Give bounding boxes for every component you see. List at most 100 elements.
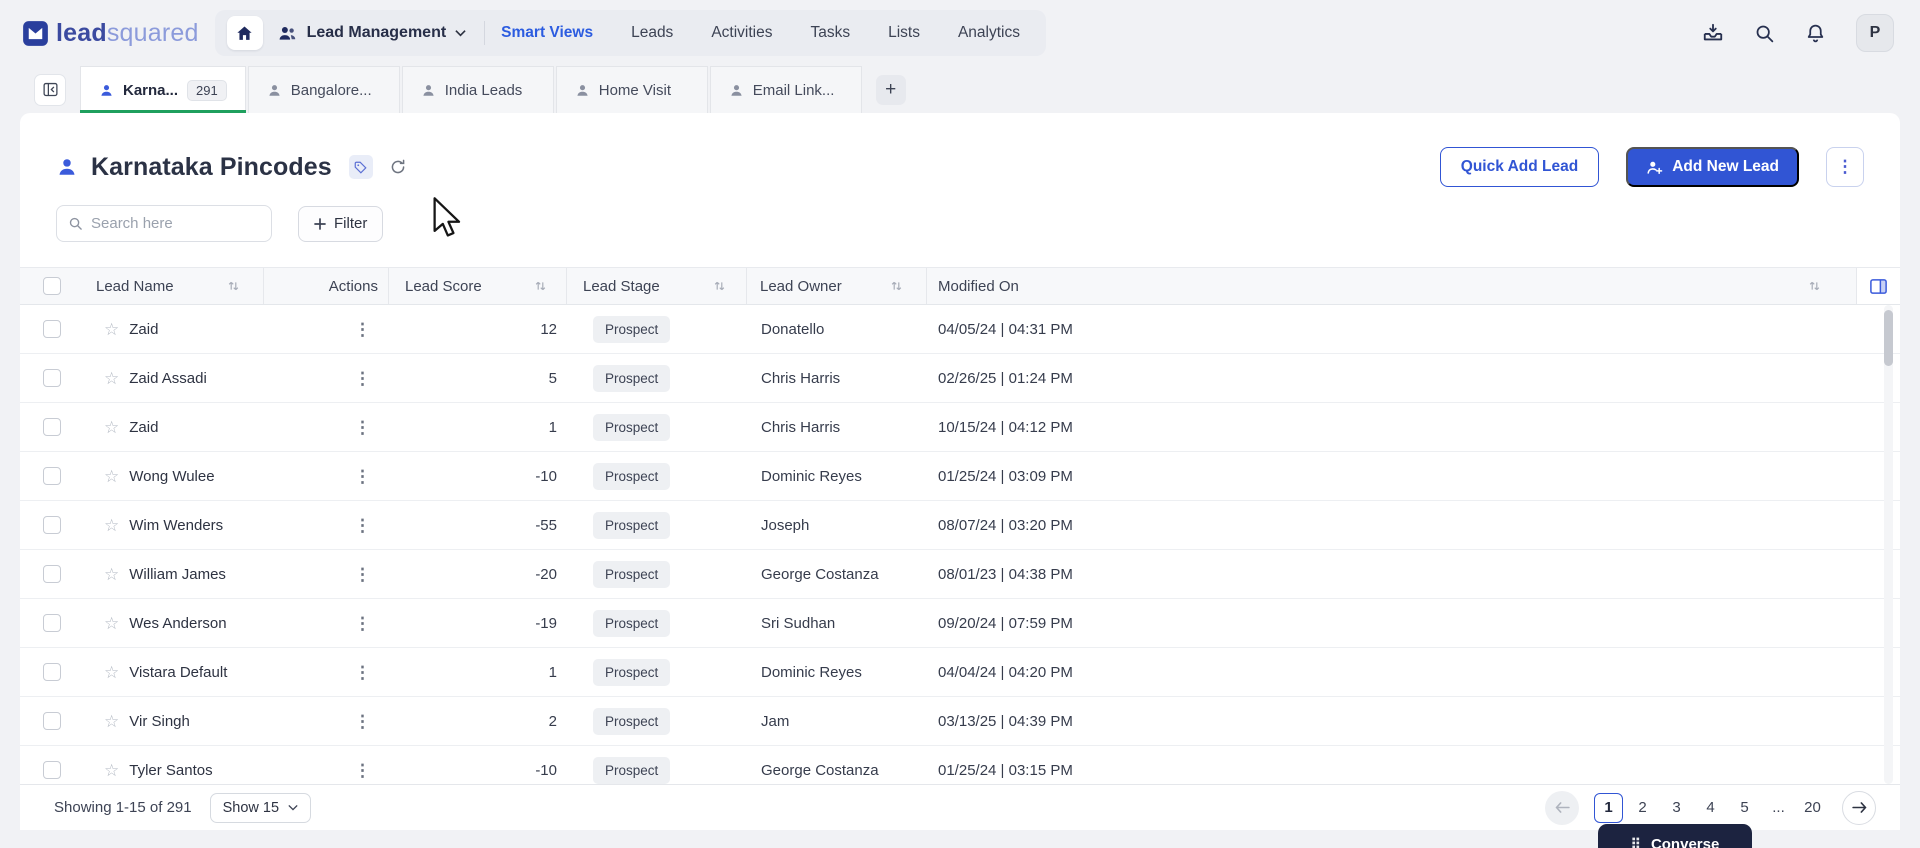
sort-icon[interactable] <box>228 280 239 292</box>
view-tab[interactable]: Karna... 291 <box>80 66 246 113</box>
table-row[interactable]: ☆ Wim Wenders ⋮ -55 Prospect Joseph 08/0… <box>20 501 1900 550</box>
pagination-page[interactable]: 2 <box>1628 793 1657 823</box>
row-actions-menu-icon[interactable]: ⋮ <box>354 370 371 387</box>
row-actions-menu-icon[interactable]: ⋮ <box>354 664 371 681</box>
notifications-bell-button[interactable] <box>1805 23 1826 44</box>
star-icon[interactable]: ☆ <box>104 664 119 681</box>
row-actions-menu-icon[interactable]: ⋮ <box>354 713 371 730</box>
tag-icon[interactable] <box>349 155 373 179</box>
nav-item[interactable]: Analytics <box>958 24 1020 42</box>
more-actions-button[interactable]: ⋮ <box>1826 147 1864 187</box>
row-actions-menu-icon[interactable]: ⋮ <box>354 321 371 338</box>
scrollbar-thumb[interactable] <box>1884 310 1893 366</box>
row-actions-menu-icon[interactable]: ⋮ <box>354 566 371 583</box>
pagination-page[interactable]: 4 <box>1696 793 1725 823</box>
star-icon[interactable]: ☆ <box>104 321 119 338</box>
lead-name[interactable]: Wong Wulee <box>129 468 214 485</box>
row-checkbox[interactable] <box>43 565 61 583</box>
nav-item[interactable]: Leads <box>631 24 673 42</box>
user-avatar[interactable]: P <box>1856 14 1894 52</box>
collapse-panel-button[interactable] <box>34 74 66 106</box>
row-checkbox[interactable] <box>43 761 61 779</box>
star-icon[interactable]: ☆ <box>104 762 119 779</box>
nav-item[interactable]: Tasks <box>810 24 850 42</box>
table-row[interactable]: ☆ Zaid ⋮ 1 Prospect Chris Harris 10/15/2… <box>20 403 1900 452</box>
view-tab[interactable]: India Leads <box>402 66 554 113</box>
star-icon[interactable]: ☆ <box>104 615 119 632</box>
lead-name[interactable]: Vir Singh <box>129 713 190 730</box>
workspace-switcher[interactable]: Lead Management <box>277 23 467 44</box>
view-tab[interactable]: Bangalore... <box>248 66 400 113</box>
converse-widget-button[interactable]: ⠿ Converse <box>1598 824 1752 848</box>
row-checkbox[interactable] <box>43 614 61 632</box>
table-row[interactable]: ☆ Wes Anderson ⋮ -19 Prospect Sri Sudhan… <box>20 599 1900 648</box>
row-checkbox[interactable] <box>43 663 61 681</box>
star-icon[interactable]: ☆ <box>104 468 119 485</box>
lead-name[interactable]: Tyler Santos <box>129 762 212 779</box>
view-tab[interactable]: Email Link... <box>710 66 862 113</box>
row-checkbox[interactable] <box>43 369 61 387</box>
add-new-lead-button[interactable]: Add New Lead <box>1626 147 1799 187</box>
search-button[interactable] <box>1754 23 1775 44</box>
lead-name[interactable]: Zaid <box>129 419 158 436</box>
pagination-page[interactable]: 3 <box>1662 793 1691 823</box>
table-row[interactable]: ☆ Vistara Default ⋮ 1 Prospect Dominic R… <box>20 648 1900 697</box>
star-icon[interactable]: ☆ <box>104 517 119 534</box>
star-icon[interactable]: ☆ <box>104 370 119 387</box>
row-actions-menu-icon[interactable]: ⋮ <box>354 468 371 485</box>
column-header-lead-score[interactable]: Lead Score <box>405 278 482 295</box>
lead-name[interactable]: Vistara Default <box>129 664 227 681</box>
pagination-page[interactable]: 5 <box>1730 793 1759 823</box>
table-row[interactable]: ☆ William James ⋮ -20 Prospect George Co… <box>20 550 1900 599</box>
filter-button[interactable]: Filter <box>298 206 383 242</box>
lead-name[interactable]: Zaid <box>129 321 158 338</box>
row-checkbox[interactable] <box>43 320 61 338</box>
sort-icon[interactable] <box>1809 280 1820 292</box>
column-header-lead-owner[interactable]: Lead Owner <box>760 278 842 295</box>
nav-item[interactable]: Lists <box>888 24 920 42</box>
select-all-checkbox[interactable] <box>43 277 61 295</box>
table-row[interactable]: ☆ Zaid ⋮ 12 Prospect Donatello 04/05/24 … <box>20 305 1900 354</box>
add-view-tab-button[interactable]: + <box>876 75 906 105</box>
row-checkbox[interactable] <box>43 712 61 730</box>
quick-add-lead-button[interactable]: Quick Add Lead <box>1440 147 1599 187</box>
column-header-lead-name[interactable]: Lead Name <box>96 278 174 295</box>
vertical-scrollbar[interactable] <box>1884 305 1893 784</box>
column-header-modified-on[interactable]: Modified On <box>938 278 1019 295</box>
table-row[interactable]: ☆ Wong Wulee ⋮ -10 Prospect Dominic Reye… <box>20 452 1900 501</box>
lead-name[interactable]: Wim Wenders <box>129 517 223 534</box>
sort-icon[interactable] <box>891 280 902 292</box>
home-button[interactable] <box>227 16 263 50</box>
inbox-tray-button[interactable] <box>1702 22 1724 44</box>
star-icon[interactable]: ☆ <box>104 566 119 583</box>
row-actions-menu-icon[interactable]: ⋮ <box>354 517 371 534</box>
search-input[interactable] <box>91 215 260 232</box>
lead-name[interactable]: Zaid Assadi <box>129 370 207 387</box>
sort-icon[interactable] <box>535 280 546 292</box>
row-actions-menu-icon[interactable]: ⋮ <box>354 615 371 632</box>
row-actions-menu-icon[interactable]: ⋮ <box>354 419 371 436</box>
star-icon[interactable]: ☆ <box>104 419 119 436</box>
row-actions-menu-icon[interactable]: ⋮ <box>354 762 371 779</box>
manage-columns-button[interactable] <box>1856 268 1900 304</box>
nav-item[interactable]: Smart Views <box>501 24 593 42</box>
row-checkbox[interactable] <box>43 516 61 534</box>
lead-name[interactable]: Wes Anderson <box>129 615 226 632</box>
lead-name[interactable]: William James <box>129 566 226 583</box>
nav-item[interactable]: Activities <box>711 24 772 42</box>
table-row[interactable]: ☆ Zaid Assadi ⋮ 5 Prospect Chris Harris … <box>20 354 1900 403</box>
table-row[interactable]: ☆ Vir Singh ⋮ 2 Prospect Jam 03/13/25 | … <box>20 697 1900 746</box>
sort-icon[interactable] <box>714 280 725 292</box>
next-page-button[interactable] <box>1842 791 1876 825</box>
pagination-page[interactable]: 20 <box>1798 793 1827 823</box>
refresh-icon[interactable] <box>389 158 407 176</box>
view-tab[interactable]: Home Visit <box>556 66 708 113</box>
previous-page-button[interactable] <box>1545 791 1579 825</box>
pagination-page[interactable]: 1 <box>1594 793 1623 823</box>
pagination-page[interactable]: ... <box>1764 793 1793 823</box>
column-header-lead-stage[interactable]: Lead Stage <box>583 278 660 295</box>
page-size-select[interactable]: Show 15 <box>210 793 311 823</box>
row-checkbox[interactable] <box>43 418 61 436</box>
row-checkbox[interactable] <box>43 467 61 485</box>
star-icon[interactable]: ☆ <box>104 713 119 730</box>
